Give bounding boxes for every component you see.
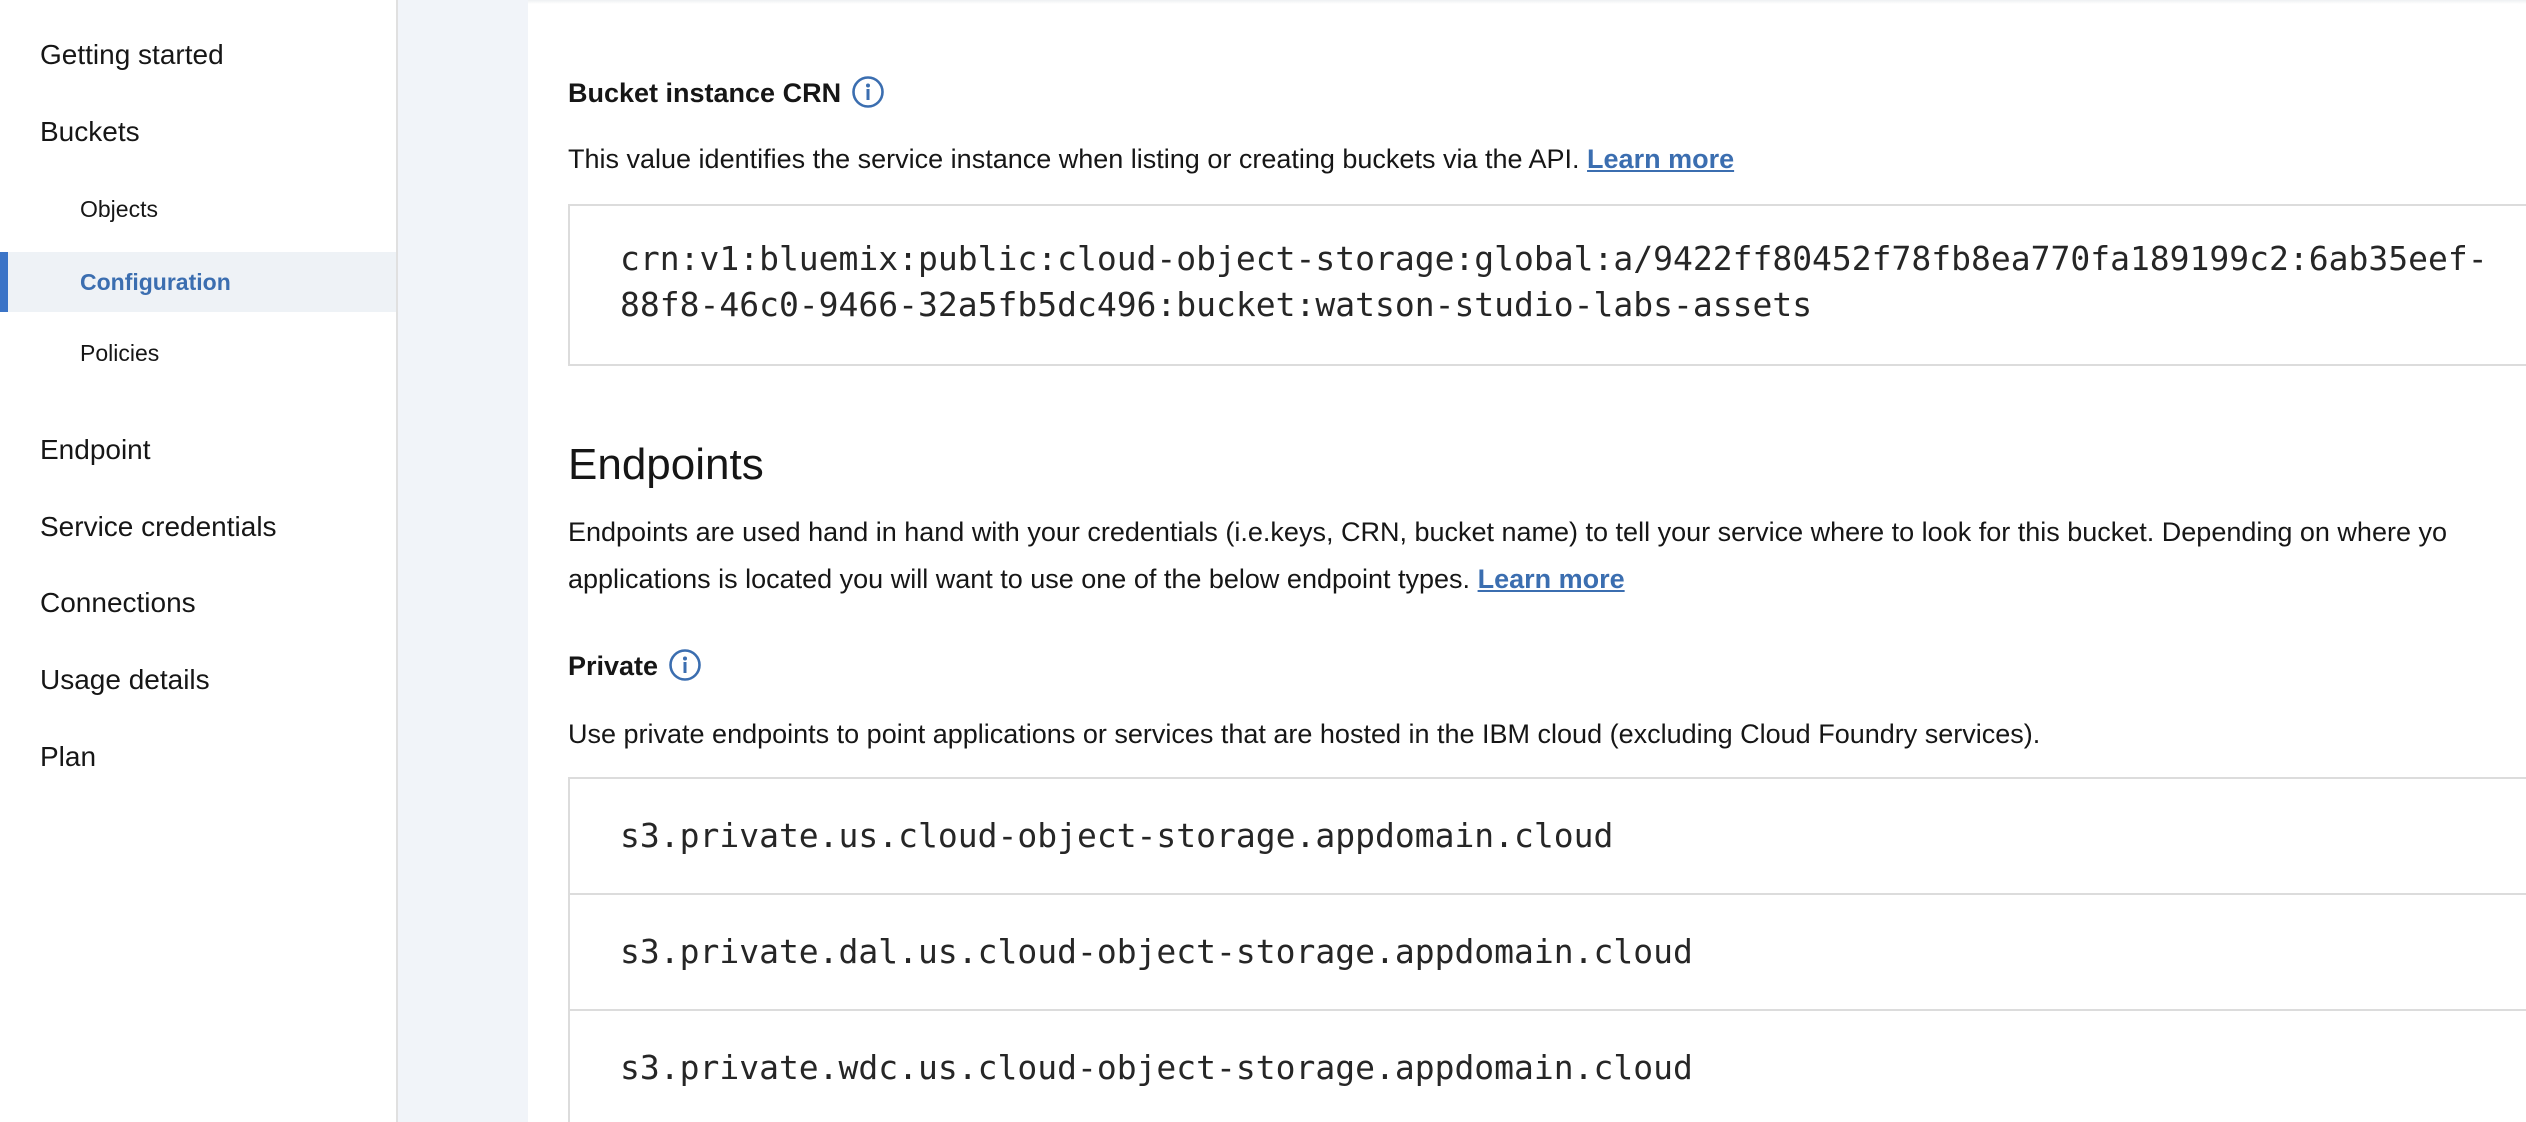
sidebar-item-connections[interactable]: Connections [0,583,396,623]
crn-value-line-1: crn:v1:bluemix:public:cloud-object-stora… [620,239,2488,278]
private-endpoint-row[interactable]: s3.private.wdc.us.cloud-object-storage.a… [568,1009,2526,1122]
info-circle-icon[interactable] [851,75,885,109]
content-gutter [398,0,528,1122]
sidebar-item-getting-started[interactable]: Getting started [0,35,396,75]
sidebar: Getting started Buckets Objects Configur… [0,0,398,1122]
crn-learn-more-link[interactable]: Learn more [1587,144,1734,174]
crn-value-line-2: 88f8-46c0-9466-32a5fb5dc496:bucket:watso… [620,285,1813,324]
sidebar-item-service-credentials[interactable]: Service credentials [0,507,396,547]
top-divider [528,0,2526,4]
sidebar-item-endpoint[interactable]: Endpoint [0,430,396,470]
private-description: Use private endpoints to point applicati… [568,719,2041,749]
main-content: Bucket instance CRN This value identifie… [528,0,2526,1122]
private-endpoint-row[interactable]: s3.private.us.cloud-object-storage.appdo… [568,777,2526,895]
endpoints-description-line-2: applications is located you will want to… [568,556,1625,602]
info-circle-icon[interactable] [668,648,702,682]
crn-section-label: Bucket instance CRN [568,75,885,112]
crn-description-text: This value identifies the service instan… [568,144,1580,174]
sidebar-item-objects[interactable]: Objects [0,179,396,239]
endpoints-learn-more-link[interactable]: Learn more [1478,564,1625,594]
private-endpoint-row[interactable]: s3.private.dal.us.cloud-object-storage.a… [568,893,2526,1011]
sidebar-item-buckets[interactable]: Buckets [0,112,396,152]
crn-description: This value identifies the service instan… [568,136,1734,182]
endpoints-heading: Endpoints [568,440,764,489]
private-label-text: Private [568,651,659,681]
crn-label-text: Bucket instance CRN [568,78,842,108]
endpoints-description-text: applications is located you will want to… [568,564,1471,594]
sidebar-item-configuration[interactable]: Configuration [0,252,396,312]
sidebar-item-usage-details[interactable]: Usage details [0,660,396,700]
crn-value-box[interactable]: crn:v1:bluemix:public:cloud-object-stora… [568,204,2526,366]
sidebar-item-policies[interactable]: Policies [0,323,396,383]
endpoints-description-line-1: Endpoints are used hand in hand with you… [568,517,2447,547]
private-section-label: Private [568,648,702,685]
sidebar-item-plan[interactable]: Plan [0,737,396,777]
